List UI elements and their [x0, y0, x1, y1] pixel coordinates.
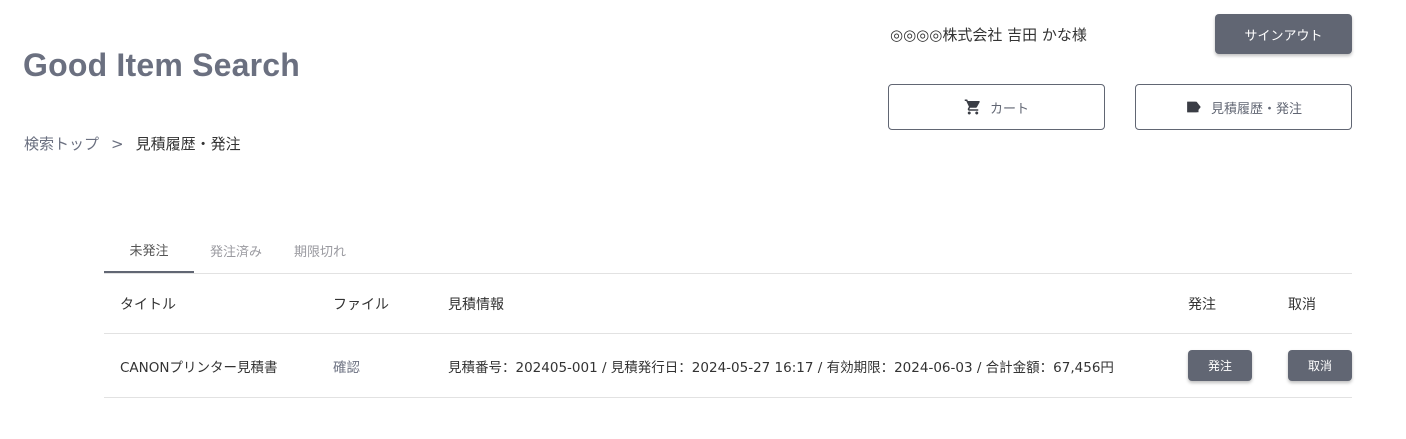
tab-ordered[interactable]: 発注済み [194, 228, 278, 273]
quote-history-button-label: 見積履歴・発注 [1210, 101, 1302, 117]
column-header-cancel: 取消 [1288, 274, 1352, 334]
breadcrumb-home-link[interactable]: 検索トップ [24, 133, 99, 154]
cancel-cell: 取消 [1288, 333, 1352, 398]
order-button[interactable]: 発注 [1188, 350, 1252, 381]
page: Good Item Search 検索トップ > 見積履歴・発注 ◎◎◎◎株式会… [0, 0, 1406, 439]
confirm-file-link[interactable]: 確認 [333, 360, 360, 376]
quote-table: タイトル ファイル 見積情報 発注 取消 CANONプリンター見積書 確認 見積… [104, 274, 1352, 398]
column-header-title: タイトル [104, 274, 333, 334]
cart-button[interactable]: カート [888, 84, 1105, 130]
site-title[interactable]: Good Item Search [23, 47, 300, 84]
column-header-info: 見積情報 [448, 274, 1188, 334]
breadcrumb: 検索トップ > 見積履歴・発注 [24, 133, 241, 154]
tab-expired[interactable]: 期限切れ [278, 228, 362, 273]
quote-info: 見積番号：202405-001 / 見積発行日：2024-05-27 16:17… [448, 333, 1188, 398]
cart-button-label: カート [989, 101, 1029, 117]
breadcrumb-current: 見積履歴・発注 [135, 135, 241, 153]
breadcrumb-separator: > [111, 134, 124, 153]
column-header-file: ファイル [333, 274, 448, 334]
user-name: ◎◎◎◎株式会社 吉田 かな様 [890, 26, 1087, 44]
file-cell: 確認 [333, 333, 448, 398]
order-cell: 発注 [1188, 333, 1288, 398]
column-header-order: 発注 [1188, 274, 1288, 334]
signout-button[interactable]: サインアウト [1215, 14, 1352, 54]
table-row: CANONプリンター見積書 確認 見積番号：202405-001 / 見積発行日… [104, 333, 1352, 398]
quote-history-button[interactable]: 見積履歴・発注 [1135, 84, 1352, 130]
status-tabs: 未発注 発注済み 期限切れ [104, 228, 1352, 274]
cancel-button[interactable]: 取消 [1288, 350, 1352, 381]
quote-title: CANONプリンター見積書 [104, 333, 333, 398]
label-icon [1185, 98, 1203, 116]
table-header-row: タイトル ファイル 見積情報 発注 取消 [104, 274, 1352, 334]
cart-icon [964, 98, 982, 116]
tab-unordered[interactable]: 未発注 [104, 228, 194, 273]
